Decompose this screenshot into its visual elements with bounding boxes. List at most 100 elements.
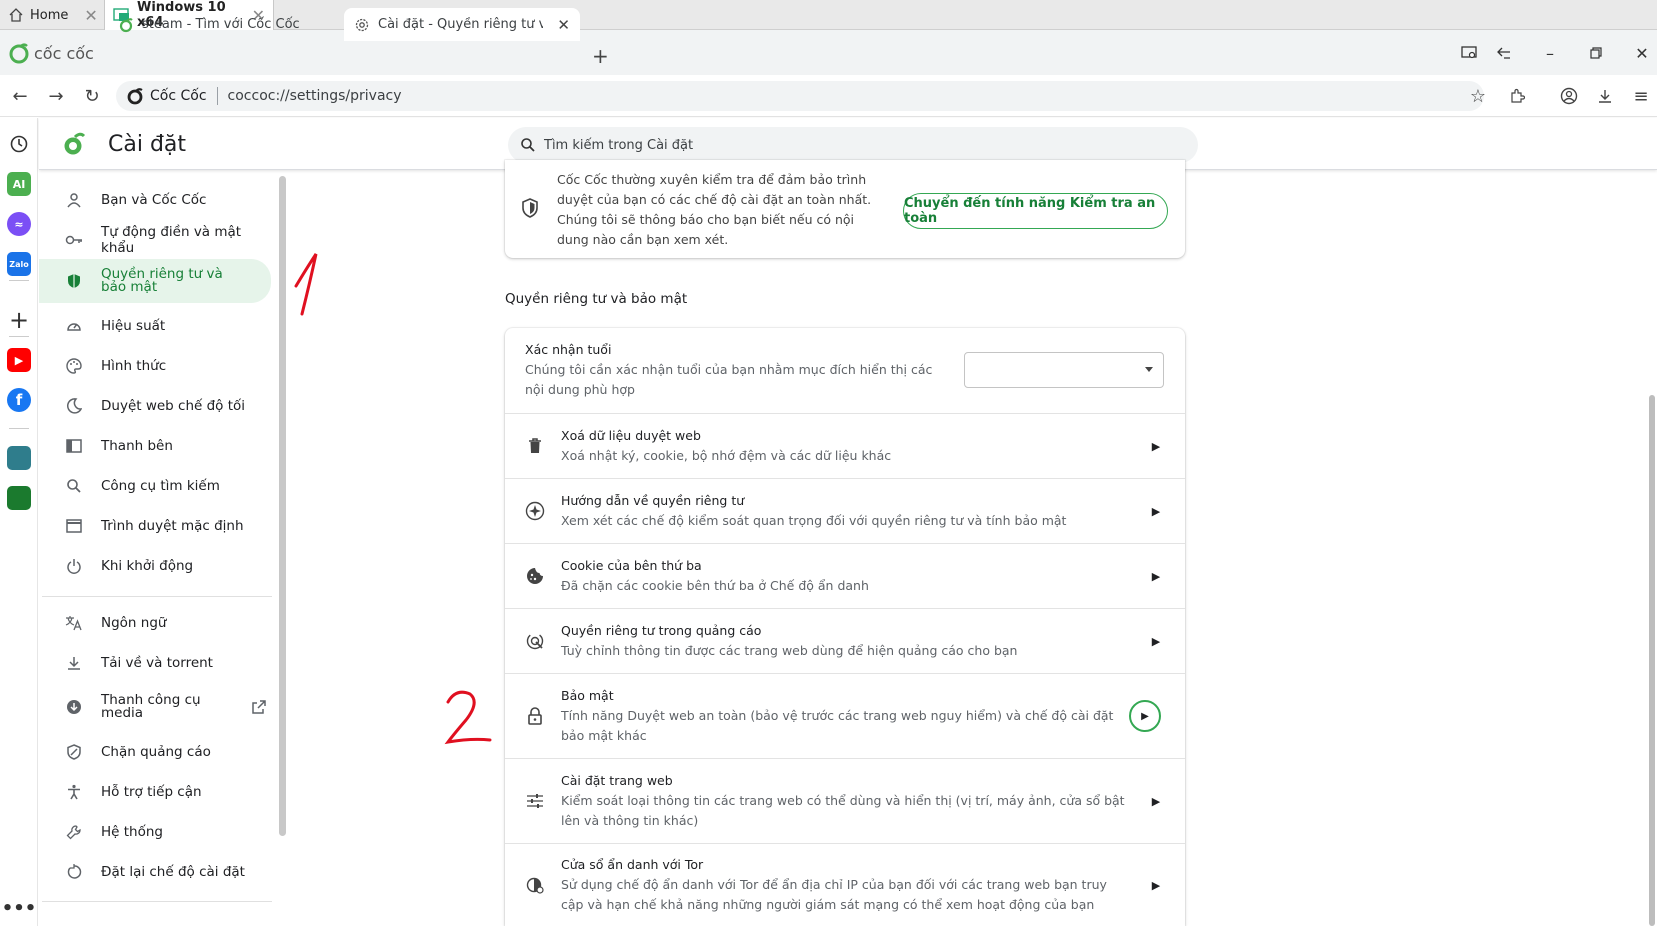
nav-divider — [42, 596, 272, 597]
screen-capture-icon[interactable] — [1453, 40, 1485, 66]
reload-button[interactable]: ↻ — [78, 83, 106, 109]
main-scrollbar[interactable] — [1649, 395, 1655, 926]
rail-divider — [9, 428, 29, 429]
accessibility-icon — [65, 783, 83, 801]
nav-item-dark-mode[interactable]: Duyệt web chế độ tối — [39, 387, 271, 425]
translate-icon — [65, 614, 83, 632]
wrench-icon — [65, 823, 83, 841]
bookmark-star-icon[interactable]: ☆ — [1464, 83, 1492, 109]
key-icon — [65, 231, 83, 249]
minimize-button[interactable]: – — [1534, 40, 1566, 66]
nav-item-autofill[interactable]: Tự động điền và mật khẩu — [39, 221, 271, 259]
nav-item-adblock[interactable]: Chặn quảng cáo — [39, 733, 271, 771]
coccoc-logo[interactable]: cốc cốc — [8, 42, 94, 64]
nav-item-system[interactable]: Hệ thống — [39, 813, 271, 851]
annotation-2: 2 — [442, 688, 502, 748]
arrow-right-icon: ▶ — [1151, 569, 1161, 583]
nav-item-performance[interactable]: Hiệu suất — [39, 307, 271, 345]
nav-item-appearance[interactable]: Hình thức — [39, 347, 271, 385]
close-icon[interactable]: ✕ — [84, 6, 97, 25]
person-icon — [65, 191, 83, 209]
extensions-icon[interactable] — [1503, 83, 1531, 109]
tab-settings[interactable]: Cài đặt - Quyền riêng tư và b ✕ — [344, 8, 580, 41]
gauge-icon — [65, 317, 83, 335]
row-privacy-guide[interactable]: Hướng dẫn về quyền riêng tư Xem xét các c… — [505, 478, 1185, 543]
facebook-icon[interactable]: f — [7, 388, 31, 412]
coccoc-logo-icon — [9, 43, 29, 64]
side-rail — [0, 118, 38, 926]
menu-icon[interactable]: ≡ — [1627, 83, 1655, 109]
power-icon — [65, 557, 83, 575]
nav-item-media-toolbar[interactable]: Thanh công cụ media — [39, 685, 271, 729]
nav-item-default-browser[interactable]: Trình duyệt mặc định — [39, 507, 271, 545]
home-icon — [8, 7, 24, 23]
sidebar-icon — [65, 437, 83, 455]
close-window-button[interactable]: ✕ — [1626, 40, 1657, 66]
external-link-icon[interactable] — [251, 699, 267, 715]
tor-icon — [525, 875, 545, 895]
media-icon — [65, 698, 83, 716]
youtube-icon[interactable]: ▶ — [7, 348, 31, 372]
cookie-icon — [525, 566, 545, 586]
nav-item-languages[interactable]: Ngôn ngữ — [39, 604, 271, 642]
back-button[interactable]: ← — [6, 83, 34, 109]
download-icon[interactable] — [1591, 83, 1619, 109]
agoda-icon[interactable] — [7, 446, 31, 470]
arrow-right-icon: ▶ — [1129, 700, 1161, 732]
nav-item-search-engine[interactable]: Công cụ tìm kiếm — [39, 467, 271, 505]
nav-item-privacy[interactable]: Quyền riêng tư và bảo mật — [39, 259, 271, 303]
caret-down-icon — [1145, 367, 1153, 372]
more-icon[interactable]: ••• — [2, 896, 37, 920]
nav-scrollbar[interactable] — [279, 176, 286, 836]
nav-item-reset[interactable]: Đặt lại chế độ cài đặt — [39, 853, 271, 891]
nav-item-sidebar[interactable]: Thanh bên — [39, 427, 271, 465]
settings-search-input[interactable]: Tìm kiếm trong Cài đặt — [508, 127, 1198, 163]
page-title: Cài đặt — [108, 132, 187, 157]
shield-icon — [65, 272, 83, 290]
section-title: Quyền riêng tư và bảo mật — [505, 291, 688, 307]
site-name: Cốc Cốc — [150, 88, 207, 104]
moon-icon — [65, 397, 83, 415]
row-site-settings[interactable]: Cài đặt trang web Kiểm soát loại thông ti… — [505, 758, 1185, 843]
row-ad-privacy[interactable]: Quyền riêng tư trong quảng cáo Tuỳ chỉnh … — [505, 608, 1185, 673]
nav-item-accessibility[interactable]: Hỗ trợ tiếp cận — [39, 773, 271, 811]
coccoc-favicon-icon — [118, 17, 134, 33]
forward-button[interactable]: → — [42, 83, 70, 109]
vm-tab-home[interactable]: Home ✕ — [0, 0, 98, 30]
coccoc-site-icon — [126, 87, 144, 105]
lock-icon — [525, 706, 545, 726]
row-tor-window[interactable]: Cửa sổ ẩn danh với Tor Sử dụng chế độ ẩn … — [505, 843, 1185, 926]
divider — [216, 87, 218, 105]
nav-item-downloads[interactable]: Tải về và torrent — [39, 644, 271, 682]
ad-target-icon — [525, 631, 545, 651]
arrow-right-icon: ▶ — [1151, 878, 1161, 892]
tab-steam-search[interactable]: steam - Tìm với Cốc Cốc — [108, 8, 338, 41]
row-security[interactable]: Bảo mật Tính năng Duyệt web an toàn (bảo … — [505, 673, 1185, 758]
address-bar[interactable]: Cốc Cốc coccoc://settings/privacy — [116, 81, 1484, 111]
nav-item-on-startup[interactable]: Khi khởi động — [39, 547, 271, 585]
arrow-right-icon: ▶ — [1151, 794, 1161, 808]
ai-assistant-icon[interactable]: AI — [7, 172, 31, 196]
palette-icon — [65, 357, 83, 375]
add-shortcut-icon[interactable]: + — [7, 306, 31, 334]
adblock-icon — [65, 743, 83, 761]
maximize-button[interactable] — [1580, 40, 1612, 66]
safety-check-button[interactable]: Chuyển đến tính năng Kiểm tra an toàn — [903, 193, 1168, 229]
history-icon[interactable] — [7, 132, 31, 156]
row-third-party-cookies[interactable]: Cookie của bên thứ ba Đã chặn các cookie … — [505, 543, 1185, 608]
row-clear-browsing-data[interactable]: Xoá dữ liệu duyệt web Xoá nhật ký, cookie… — [505, 413, 1185, 478]
sliders-icon — [525, 791, 545, 811]
close-icon[interactable]: ✕ — [557, 16, 570, 34]
profile-icon[interactable] — [1555, 83, 1583, 109]
safety-check-text: Cốc Cốc thường xuyên kiểm tra để đảm bảo… — [557, 172, 872, 247]
settings-nav: Bạn và Cốc Cốc Tự động điền và mật khẩu … — [39, 171, 275, 926]
rail-divider — [9, 280, 29, 281]
age-select[interactable] — [964, 352, 1164, 388]
messenger-icon[interactable]: ≈ — [7, 212, 31, 236]
zalo-icon[interactable]: Zalo — [7, 252, 31, 276]
rail-divider — [9, 336, 29, 337]
new-tab-button[interactable]: + — [592, 44, 609, 68]
back-to-list-icon[interactable] — [1488, 40, 1520, 66]
nav-item-you-and-coccoc[interactable]: Bạn và Cốc Cốc — [39, 181, 271, 219]
greenapp-icon[interactable] — [7, 486, 31, 510]
